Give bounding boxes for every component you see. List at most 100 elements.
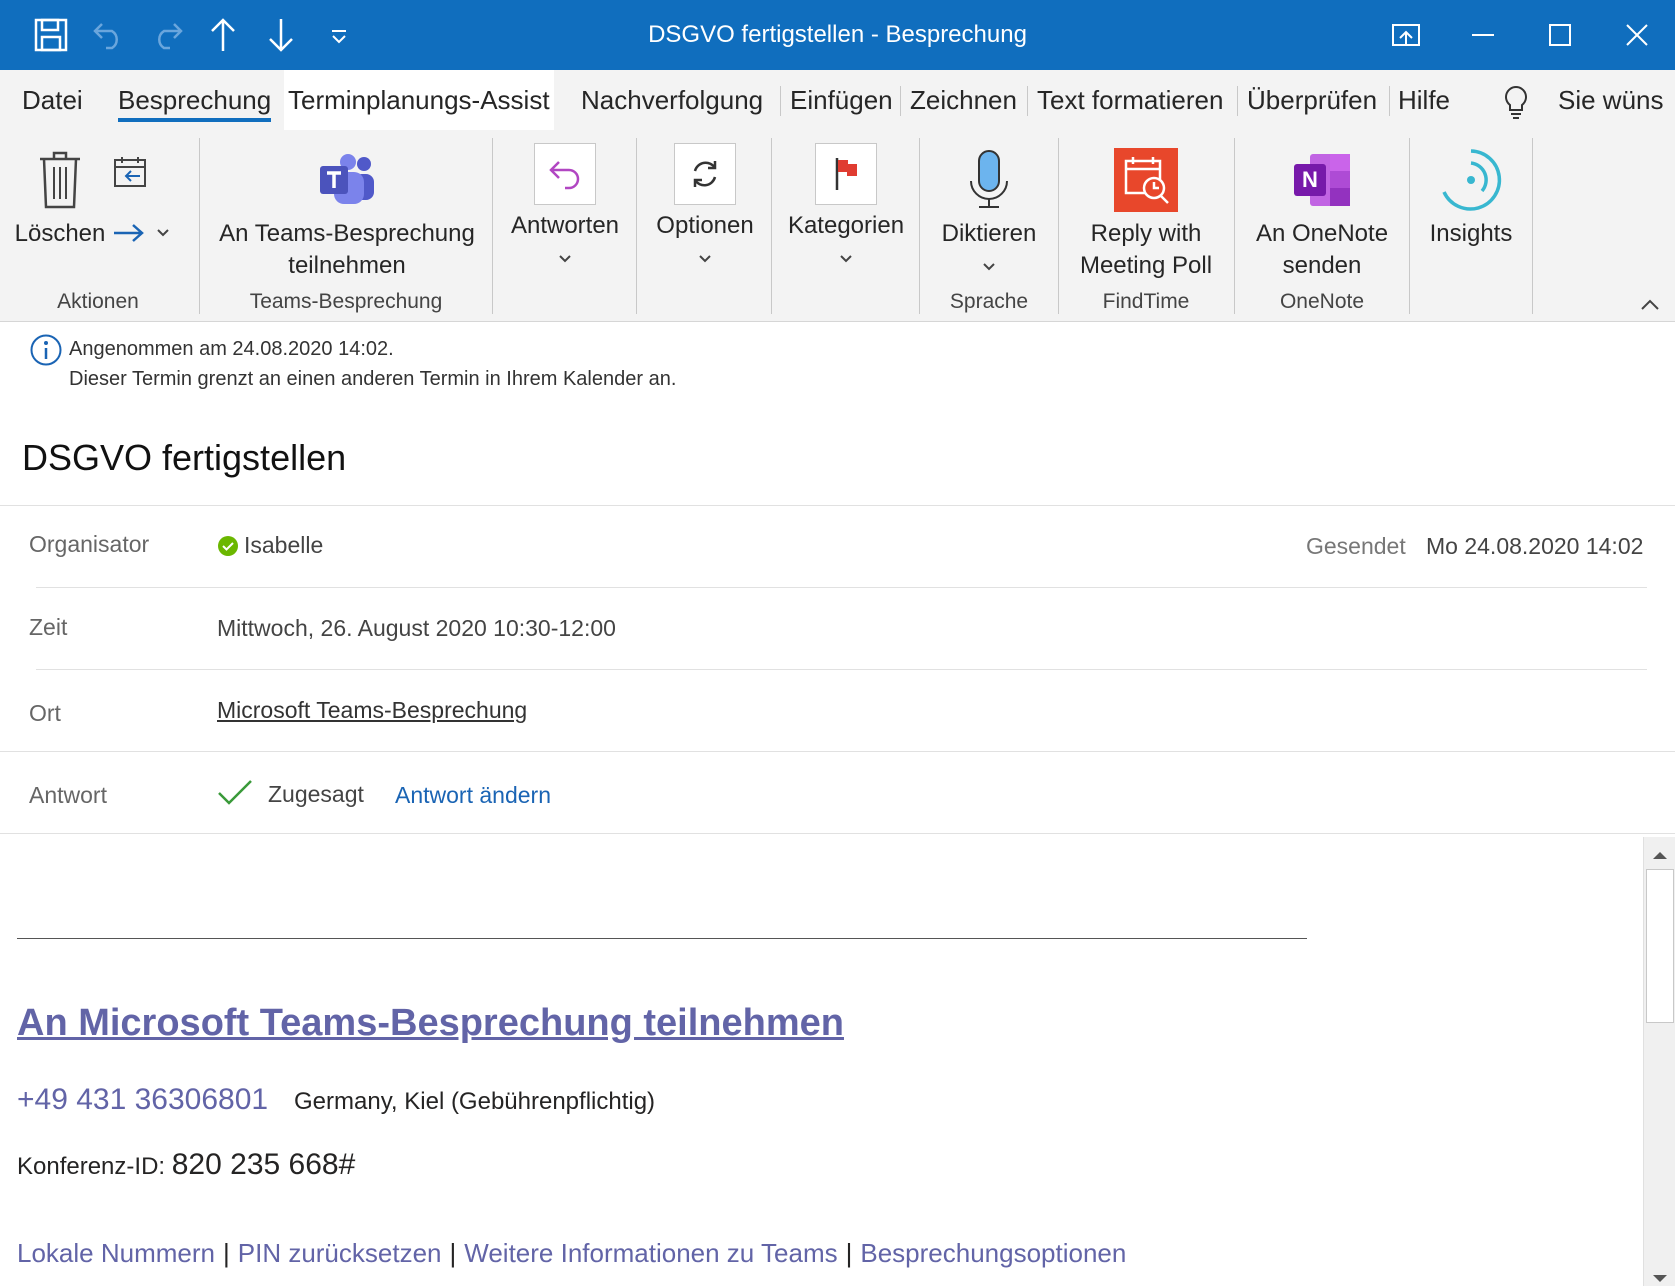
- customize-icon[interactable]: [310, 0, 368, 70]
- arrow-right-icon: [114, 224, 144, 242]
- tab-besprechung[interactable]: Besprechung: [118, 70, 272, 130]
- group-separator: [1058, 138, 1059, 314]
- tab-datei[interactable]: Datei: [22, 70, 83, 130]
- options-button[interactable]: Optionen: [644, 138, 766, 274]
- chevron-down-icon: [157, 229, 169, 237]
- tab-separator: [1237, 86, 1238, 116]
- group-separator: [636, 138, 637, 314]
- meeting-options-link[interactable]: Besprechungsoptionen: [860, 1238, 1126, 1268]
- location-label: Ort: [29, 700, 61, 726]
- collapse-ribbon-icon[interactable]: [1640, 298, 1660, 316]
- group-separator: [1409, 138, 1410, 314]
- delete-button[interactable]: Löschen: [14, 142, 106, 250]
- chevron-down-icon: [780, 242, 912, 274]
- checkmark-icon: [217, 779, 253, 812]
- scroll-thumb[interactable]: [1646, 869, 1674, 1023]
- move-button[interactable]: [112, 222, 170, 244]
- learn-more-teams-link[interactable]: Weitere Informationen zu Teams: [464, 1238, 837, 1268]
- organizer-name[interactable]: Isabelle: [244, 532, 323, 559]
- join-teams-link[interactable]: An Microsoft Teams-Besprechung teilnehme…: [17, 1002, 844, 1045]
- dictate-label: Diktieren: [941, 220, 1037, 247]
- info-bar: Angenommen am 24.08.2020 14:02. Dieser T…: [69, 334, 676, 394]
- tab-nachverfolgung[interactable]: Nachverfolgung: [581, 70, 763, 130]
- join-teams-label-1: An Teams-Besprechung: [219, 220, 475, 247]
- undo-icon[interactable]: [80, 0, 138, 70]
- scroll-up-icon[interactable]: [1652, 847, 1668, 865]
- meeting-poll-label-1: Reply with: [1090, 220, 1202, 247]
- send-to-onenote-button[interactable]: N An OneNote senden: [1244, 142, 1400, 282]
- time-label: Zeit: [29, 614, 68, 640]
- reply-with-meeting-poll-button[interactable]: Reply with Meeting Poll: [1066, 142, 1226, 282]
- tab-separator: [1389, 86, 1390, 116]
- chevron-down-icon: [502, 242, 628, 274]
- reply-icon: [534, 143, 596, 205]
- onenote-label-1: An OneNote: [1255, 220, 1389, 247]
- save-icon[interactable]: [22, 0, 80, 70]
- dial-in-number[interactable]: +49 431 36306801: [17, 1083, 268, 1117]
- arrow-down-icon[interactable]: [252, 0, 310, 70]
- tab-hilfe[interactable]: Hilfe: [1398, 70, 1450, 130]
- microphone-icon: [928, 142, 1050, 218]
- close-icon[interactable]: [1599, 0, 1675, 70]
- group-separator: [1234, 138, 1235, 314]
- title-bar: DSGVO fertigstellen - Besprechung: [0, 0, 1675, 70]
- redo-icon[interactable]: [138, 0, 196, 70]
- delete-label: Löschen: [14, 220, 106, 247]
- info-icon: [29, 333, 63, 372]
- onenote-icon: N: [1244, 142, 1400, 218]
- reset-pin-link[interactable]: PIN zurücksetzen: [238, 1238, 442, 1268]
- group-label-actions: Aktionen: [57, 290, 139, 313]
- chevron-down-icon: [644, 242, 766, 274]
- trash-icon: [14, 142, 106, 218]
- body-separator-line: [17, 938, 1307, 939]
- vertical-scrollbar[interactable]: [1643, 837, 1675, 1286]
- categories-button[interactable]: Kategorien: [780, 138, 912, 274]
- divider: [0, 751, 1675, 752]
- change-response-link[interactable]: Antwort ändern: [395, 782, 551, 809]
- tab-separator: [900, 86, 901, 116]
- minimize-icon[interactable]: [1446, 0, 1522, 70]
- maximize-icon[interactable]: [1522, 0, 1598, 70]
- tab-zeichnen[interactable]: Zeichnen: [910, 70, 1017, 130]
- scroll-down-icon[interactable]: [1652, 1271, 1668, 1286]
- meeting-poll-icon: [1066, 142, 1226, 218]
- options-label: Optionen: [656, 212, 754, 239]
- svg-text:N: N: [1302, 167, 1318, 192]
- group-label-findtime: FindTime: [1102, 290, 1190, 313]
- lightbulb-icon[interactable]: [1500, 84, 1532, 125]
- respond-button[interactable]: Antworten: [502, 138, 628, 274]
- tab-ueberpruefen[interactable]: Überprüfen: [1247, 70, 1377, 130]
- ribbon-display-options-icon[interactable]: [1368, 0, 1444, 70]
- categories-label: Kategorien: [787, 212, 905, 239]
- insights-button[interactable]: Insights: [1416, 142, 1526, 250]
- tab-terminplanungs-assistent[interactable]: Terminplanungs-Assist: [284, 70, 554, 130]
- info-adjacent: Dieser Termin grenzt an einen anderen Te…: [69, 368, 677, 390]
- divider: [0, 505, 1675, 506]
- group-label-teams: Teams-Besprechung: [249, 290, 443, 313]
- tab-text-formatieren[interactable]: Text formatieren: [1037, 70, 1223, 130]
- tab-separator: [780, 86, 781, 116]
- local-numbers-link[interactable]: Lokale Nummern: [17, 1238, 215, 1268]
- dictate-button[interactable]: Diktieren: [928, 142, 1050, 282]
- location-link[interactable]: Microsoft Teams-Besprechung: [217, 697, 527, 724]
- flag-icon: [815, 143, 877, 205]
- group-separator: [1532, 138, 1533, 314]
- meeting-poll-label-2: Meeting Poll: [1079, 252, 1213, 279]
- chevron-down-icon: [928, 250, 1050, 282]
- tab-einfuegen[interactable]: Einfügen: [790, 70, 893, 130]
- sent-label: Gesendet: [1306, 533, 1406, 559]
- move-calendar-icon[interactable]: [112, 154, 148, 195]
- conference-id-value: 820 235 668#: [171, 1148, 356, 1181]
- info-accepted: Angenommen am 24.08.2020 14:02.: [69, 338, 394, 360]
- group-label-speech: Sprache: [949, 290, 1029, 313]
- sent-value: Mo 24.08.2020 14:02: [1426, 533, 1644, 559]
- tell-me-search[interactable]: Sie wüns: [1558, 70, 1675, 130]
- group-label-onenote: OneNote: [1279, 290, 1365, 313]
- insights-icon: [1416, 142, 1526, 218]
- join-teams-button[interactable]: An Teams-Besprechung teilnehmen: [210, 142, 484, 282]
- arrow-up-icon[interactable]: [194, 0, 252, 70]
- presence-available-icon: [217, 535, 239, 562]
- group-separator: [492, 138, 493, 314]
- teams-icon: [210, 142, 484, 218]
- response-status: Zugesagt: [268, 781, 364, 807]
